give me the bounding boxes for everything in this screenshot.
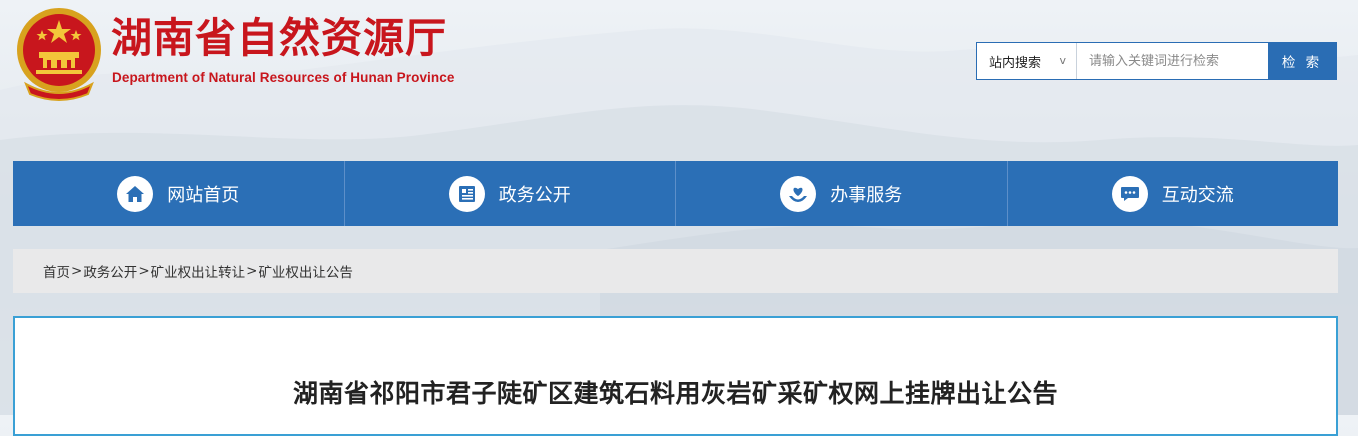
nav-item-label: 办事服务 [830,184,903,206]
site-header: 湖南省自然资源厅 Department of Natural Resources… [0,0,1358,140]
breadcrumb: 首页 > 政务公开 > 矿业权出让转让 > 矿业权出让公告 [13,249,1338,293]
main-nav: 网站首页 政务公开 办事服务 互动交流 [13,161,1338,226]
home-icon [117,175,154,212]
breadcrumb-link-home[interactable]: 首页 [43,261,70,281]
breadcrumb-link-mining-rights-announcement[interactable]: 矿业权出让公告 [258,261,353,281]
article-title: 湖南省祁阳市君子陡矿区建筑石料用灰岩矿采矿权网上挂牌出让公告 [292,379,1058,408]
nav-item-label: 政务公开 [498,184,571,206]
breadcrumb-link-mining-rights-transfer[interactable]: 矿业权出让转让 [151,261,246,281]
site-subtitle: Department of Natural Resources of Hunan… [112,70,455,85]
breadcrumb-link-government-affairs[interactable]: 政务公开 [83,261,137,281]
site-title: 湖南省自然资源厅 [111,14,447,62]
breadcrumb-separator: > [246,263,258,279]
nav-item-label: 网站首页 [167,184,240,206]
search-input[interactable] [1077,43,1268,79]
chat-icon [1111,175,1148,212]
document-icon [448,175,485,212]
breadcrumb-separator: > [71,263,83,279]
national-emblem-icon [17,8,101,101]
search-bar: 站内搜索 v 检 索 [976,42,1337,80]
search-scope-select[interactable]: 站内搜索 v [977,43,1077,79]
nav-item-services[interactable]: 办事服务 [676,161,1008,226]
search-scope-label: 站内搜索 [989,55,1042,71]
article-panel: 湖南省祁阳市君子陡矿区建筑石料用灰岩矿采矿权网上挂牌出让公告 [13,316,1338,436]
nav-item-interaction[interactable]: 互动交流 [1008,161,1339,226]
search-button[interactable]: 检 索 [1268,43,1336,79]
nav-item-label: 互动交流 [1161,184,1234,206]
nav-item-government-affairs[interactable]: 政务公开 [345,161,676,226]
nav-item-home[interactable]: 网站首页 [13,161,345,226]
breadcrumb-separator: > [138,263,150,279]
heart-hands-icon [780,175,817,212]
chevron-down-icon: v [1059,54,1066,67]
